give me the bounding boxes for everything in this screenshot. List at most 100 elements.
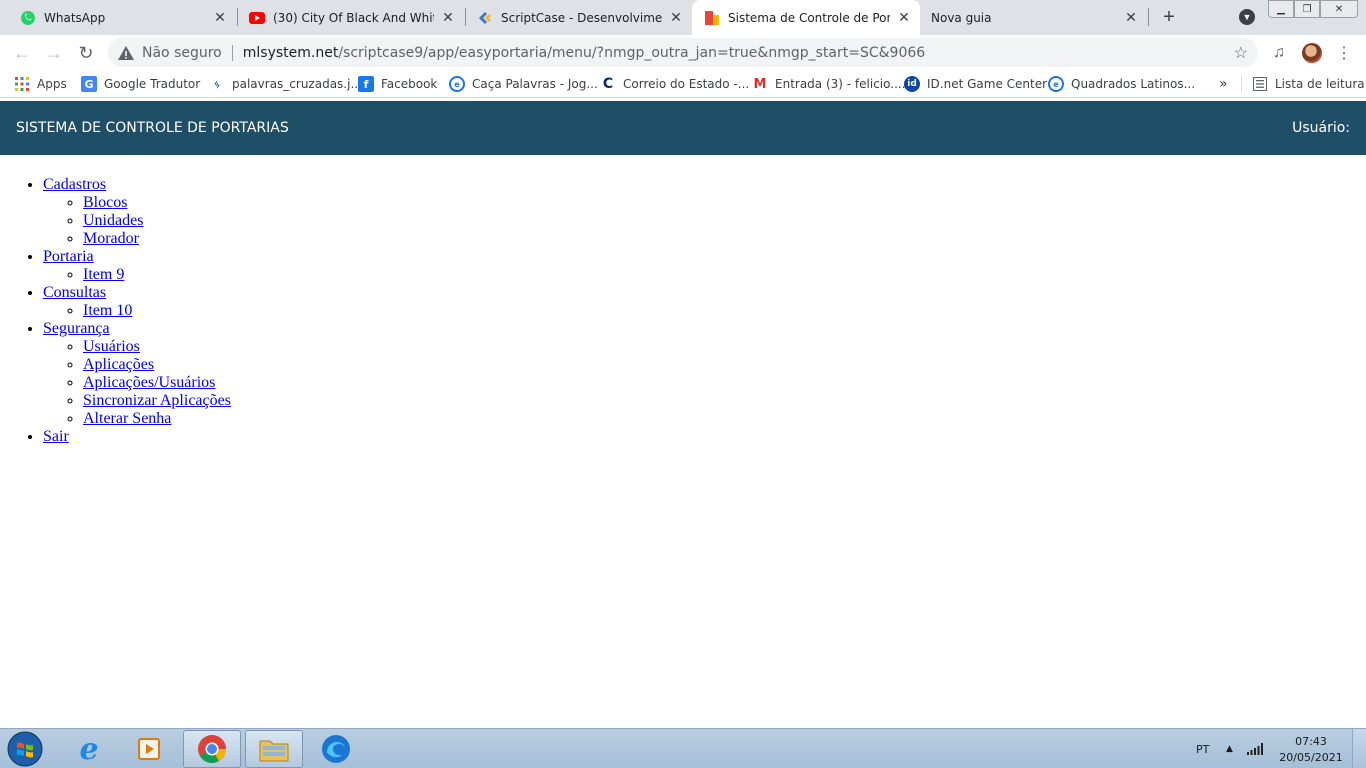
- taskbar-explorer[interactable]: [245, 730, 303, 768]
- menu-link-aplicacoes-usuarios[interactable]: Aplicações/Usuários: [83, 374, 215, 391]
- bookmarks-divider: [1241, 76, 1242, 92]
- start-button[interactable]: [0, 730, 50, 768]
- restore-icon[interactable]: ❐: [1294, 0, 1320, 18]
- main-menu: Cadastros Blocos Unidades Morador Portar…: [0, 176, 231, 446]
- menu-link-alterar-senha[interactable]: Alterar Senha: [83, 410, 171, 427]
- menu-list: Cadastros Blocos Unidades Morador Portar…: [0, 176, 231, 446]
- menu-link-seguranca[interactable]: Segurança: [43, 320, 110, 337]
- warning-icon[interactable]: [118, 45, 134, 61]
- taskbar-chrome[interactable]: [183, 730, 241, 768]
- taskbar-internet-explorer[interactable]: e: [60, 730, 118, 768]
- network-signal-icon[interactable]: [1247, 729, 1263, 768]
- bookmarks-bar: Apps G Google Tradutor ᛃ palavras_cruzad…: [0, 70, 1366, 98]
- menu-item: Consultas Item 10: [43, 284, 231, 320]
- chrome-icon: [198, 735, 226, 763]
- taskbar-edge[interactable]: [307, 730, 365, 768]
- reload-icon[interactable]: ↻: [72, 39, 100, 67]
- submenu-item: Morador: [83, 230, 231, 248]
- windows-start-icon: [7, 731, 43, 767]
- bookmark-idnet[interactable]: id ID.net Game Center: [904, 74, 1047, 94]
- submenu-list: Blocos Unidades Morador: [43, 194, 231, 248]
- reading-list-icon: [1252, 76, 1268, 92]
- back-icon[interactable]: ←: [8, 39, 36, 67]
- submenu-list: Usuários Aplicações Aplicações/Usuários …: [43, 338, 231, 428]
- tab-title: Nova guia: [931, 10, 992, 25]
- close-icon[interactable]: ✕: [1123, 9, 1139, 26]
- folder-icon: [259, 740, 289, 762]
- address-bar[interactable]: Não seguro mlsystem.net/scriptcase9/app/…: [108, 38, 1258, 67]
- bookmark-quadrados-latinos[interactable]: e Quadrados Latinos...: [1048, 74, 1195, 94]
- bookmark-label: Entrada (3) - felicio....: [775, 77, 906, 91]
- menu-link-item-9[interactable]: Item 9: [83, 266, 124, 283]
- menu-link-unidades[interactable]: Unidades: [83, 212, 143, 229]
- bookmark-apps[interactable]: Apps: [14, 74, 67, 94]
- close-icon[interactable]: ✕: [440, 9, 456, 26]
- menu-item: Cadastros Blocos Unidades Morador: [43, 176, 231, 248]
- system-clock[interactable]: 07:43 20/05/2021: [1278, 734, 1344, 766]
- menu-link-cadastros[interactable]: Cadastros: [43, 176, 106, 193]
- menu-link-morador[interactable]: Morador: [83, 230, 139, 247]
- reading-list-button[interactable]: Lista de leitura: [1252, 74, 1365, 94]
- minimize-icon[interactable]: ▁: [1268, 0, 1294, 18]
- menu-link-aplicacoes[interactable]: Aplicações: [83, 356, 154, 373]
- tab-nova-guia[interactable]: Nova guia ✕: [920, 0, 1147, 35]
- bookmark-label: Caça Palavras - Jog...: [472, 77, 598, 91]
- tab-title: Sistema de Controle de Portari: [728, 10, 890, 25]
- bookmark-correio-estado[interactable]: C Correio do Estado -...: [600, 74, 749, 94]
- bookmark-palavras-cruzadas[interactable]: ᛃ palavras_cruzadas.j...: [209, 74, 362, 94]
- forward-icon[interactable]: →: [40, 39, 68, 67]
- bookmark-google-tradutor[interactable]: G Google Tradutor: [81, 74, 200, 94]
- show-desktop-button[interactable]: [1352, 729, 1366, 768]
- url-text[interactable]: mlsystem.net/scriptcase9/app/easyportari…: [243, 45, 925, 61]
- avatar[interactable]: [1302, 43, 1322, 63]
- language-indicator[interactable]: PT: [1196, 729, 1209, 768]
- tab-title: WhatsApp: [44, 10, 106, 25]
- menu-link-blocos[interactable]: Blocos: [83, 194, 127, 211]
- newspaper-icon: C: [602, 76, 614, 92]
- submenu-item: Usuários: [83, 338, 231, 356]
- submenu-item: Aplicações/Usuários: [83, 374, 231, 392]
- media-player-icon: [138, 738, 160, 760]
- security-label: Não seguro: [142, 44, 222, 61]
- submenu-list: Item 10: [43, 302, 231, 320]
- bookmark-label: Apps: [37, 77, 67, 91]
- url-path: /scriptcase9/app/easyportaria/menu/?nmgp…: [338, 44, 926, 61]
- close-icon[interactable]: ✕: [668, 9, 684, 26]
- bookmark-label: palavras_cruzadas.j...: [232, 77, 362, 91]
- reading-list-label: Lista de leitura: [1275, 77, 1365, 91]
- tab-whatsapp[interactable]: WhatsApp ✕: [8, 0, 236, 35]
- tab-sistema-portaria[interactable]: Sistema de Controle de Portari ✕: [692, 0, 920, 35]
- bookmark-label: Correio do Estado -...: [623, 77, 750, 91]
- tray-expand-icon[interactable]: ▲: [1226, 729, 1233, 768]
- taskbar-media-player[interactable]: [120, 730, 178, 768]
- bookmark-facebook[interactable]: f Facebook: [358, 74, 437, 94]
- internet-explorer-icon: e: [79, 731, 99, 767]
- bookmark-star-icon[interactable]: ☆: [1234, 43, 1248, 63]
- menu-link-usuarios[interactable]: Usuários: [83, 338, 140, 355]
- submenu-item: Blocos: [83, 194, 231, 212]
- bookmark-gmail[interactable]: M Entrada (3) - felicio....: [752, 74, 906, 94]
- tab-scriptcase[interactable]: ScriptCase - Desenvolvimento ✕: [465, 0, 692, 35]
- close-icon[interactable]: ✕: [212, 9, 228, 26]
- media-control-icon[interactable]: ♫: [1269, 43, 1289, 63]
- menu-link-consultas[interactable]: Consultas: [43, 284, 106, 301]
- close-icon[interactable]: ✕: [896, 9, 912, 26]
- bookmark-caca-palavras[interactable]: e Caça Palavras - Jog...: [449, 74, 598, 94]
- menu-link-portaria[interactable]: Portaria: [43, 248, 94, 265]
- menu-dots-icon[interactable]: ⋮: [1334, 43, 1354, 63]
- windows-taskbar: e PT ▲ 07:43 20/05/2021: [0, 728, 1366, 768]
- menu-link-item-10[interactable]: Item 10: [83, 302, 132, 319]
- bookmark-label: Quadrados Latinos...: [1071, 77, 1196, 91]
- game-icon: e: [449, 76, 465, 92]
- gmail-icon: M: [753, 76, 767, 92]
- tab-title: (30) City Of Black And White -: [273, 10, 434, 25]
- clock-time: 07:43: [1295, 735, 1327, 748]
- submenu-item: Sincronizar Aplicações: [83, 392, 231, 410]
- window-close-icon[interactable]: ✕: [1320, 0, 1358, 18]
- menu-link-sincronizar-aplicacoes[interactable]: Sincronizar Aplicações: [83, 392, 231, 409]
- tab-youtube[interactable]: (30) City Of Black And White - ✕: [237, 0, 464, 35]
- new-tab-button[interactable]: +: [1157, 5, 1181, 29]
- tab-search-icon[interactable]: ▼: [1239, 9, 1255, 25]
- bookmarks-overflow-button[interactable]: »: [1219, 74, 1228, 94]
- menu-link-sair[interactable]: Sair: [43, 428, 69, 445]
